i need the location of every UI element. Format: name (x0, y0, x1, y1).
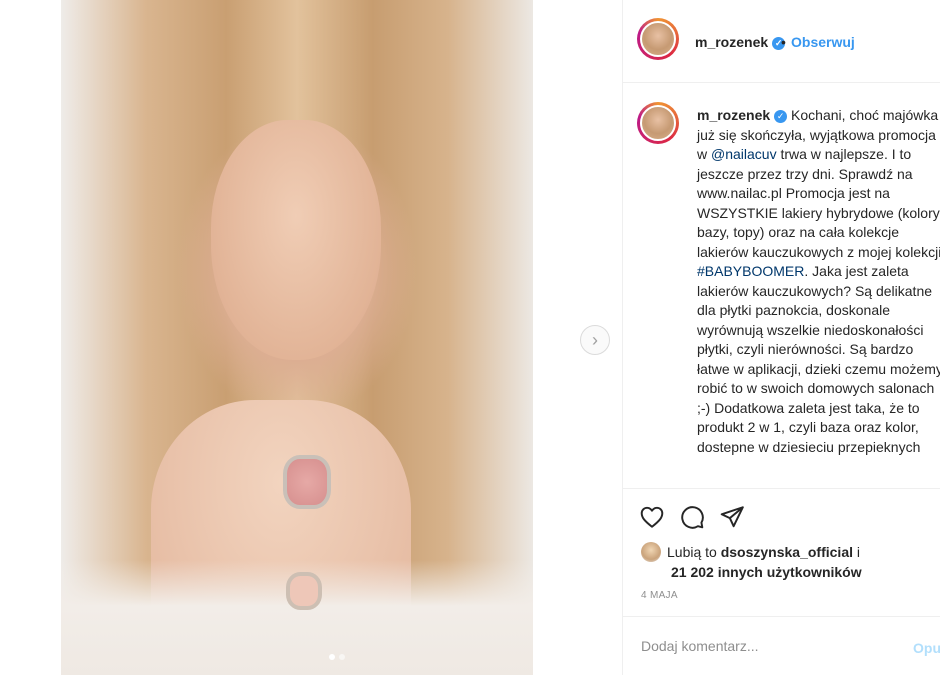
caption-body-part2: trwa w najlepsze. I to jeszcze przez trz… (697, 146, 940, 260)
caption-body-part3: . Jaka jest zaleta lakierów kauczukowych… (697, 263, 940, 455)
share-icon[interactable] (719, 504, 745, 530)
caption-username[interactable]: m_rozenek (697, 107, 770, 123)
caption-hashtag-link[interactable]: #BABYBOOMER (697, 263, 804, 279)
carousel-dot (339, 654, 345, 660)
caption-mention-link[interactable]: @nailacuv (711, 146, 777, 162)
heart-icon[interactable] (639, 504, 665, 530)
photo-face (211, 120, 381, 360)
caption-text: m_rozenek ✓ Kochani, choć majówka już się… (697, 106, 940, 457)
post-date[interactable]: 4 MAJA (641, 590, 678, 601)
comment-icon[interactable] (679, 504, 705, 530)
caption-author-avatar[interactable] (637, 102, 679, 144)
likes-summary[interactable]: Lubią to dsoszynska_official i 21 202 in… (641, 542, 862, 582)
caption-verified-badge-icon: ✓ (774, 109, 788, 123)
author-username[interactable]: m_rozenek ✓ (695, 34, 786, 50)
post-side-panel: m_rozenek ✓ • Obserwuj m_rozenek ✓ Kochani… (622, 0, 940, 675)
follow-button[interactable]: Obserwuj (791, 34, 855, 50)
likes-connector: i (853, 544, 860, 560)
photo-ring-small (286, 572, 322, 610)
author-avatar[interactable] (637, 18, 679, 60)
caption-section: m_rozenek ✓ Kochani, choć majówka już się… (623, 98, 940, 482)
carousel-dot-active (329, 654, 335, 660)
post-photo[interactable] (61, 0, 533, 675)
photo-ring-large (283, 455, 331, 509)
action-bar (639, 504, 745, 530)
likes-count[interactable]: 21 202 innych użytkowników (671, 564, 862, 580)
separator-bullet: • (781, 34, 786, 50)
publish-button[interactable]: Opublikuj (913, 640, 940, 656)
likes-prefix: Lubią to (667, 544, 721, 560)
comment-input[interactable] (641, 638, 881, 654)
next-slide-button[interactable]: › (580, 325, 610, 355)
post-header: m_rozenek ✓ • Obserwuj (623, 0, 940, 83)
carousel-indicator (329, 654, 345, 660)
liker-username[interactable]: dsoszynska_official (721, 544, 853, 560)
liker-avatar (641, 542, 661, 562)
divider (623, 616, 940, 617)
divider (623, 488, 940, 489)
